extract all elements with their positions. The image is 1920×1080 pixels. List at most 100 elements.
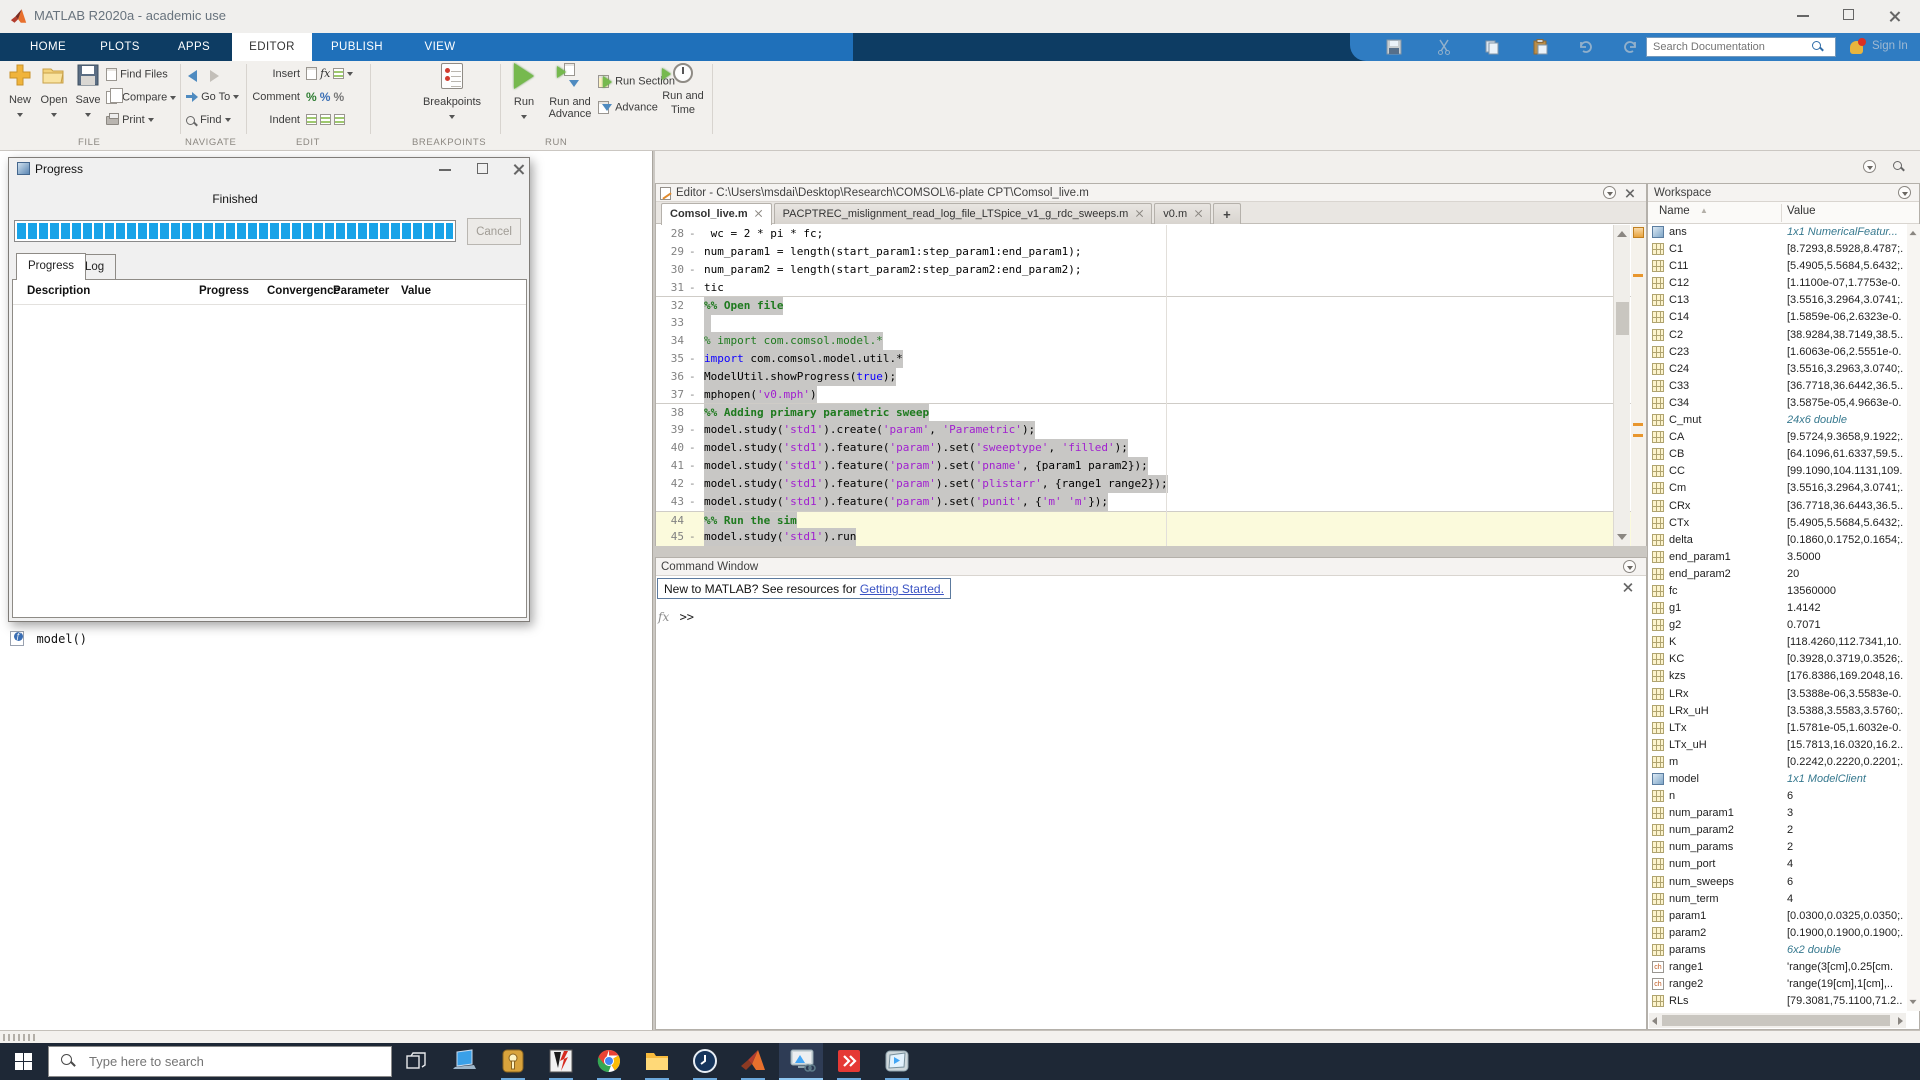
code-line-33[interactable]: 33 — [656, 314, 1646, 332]
documentation-search-input[interactable] — [1646, 37, 1836, 57]
workspace-row-delta[interactable]: delta[0.1860,0.1752,0.1654;. — [1648, 532, 1919, 549]
variable-name[interactable]: num_term — [1669, 893, 1719, 905]
variable-value[interactable]: 4 — [1787, 858, 1905, 870]
breakpoint-alley[interactable]: - — [689, 368, 696, 386]
command-window-header[interactable]: Command Window — [656, 558, 1646, 576]
variable-name[interactable]: CC — [1669, 465, 1685, 477]
variable-name[interactable]: C_mut — [1669, 414, 1701, 426]
variable-name[interactable]: num_params — [1669, 841, 1733, 853]
variable-value[interactable]: [64.1096,61.6337,59.5.. — [1787, 448, 1905, 460]
variable-value[interactable]: 13560000 — [1787, 585, 1905, 597]
variable-value[interactable]: [1.6063e-06,2.5551e-0. — [1787, 346, 1905, 358]
paste-icon[interactable] — [1532, 39, 1548, 55]
variable-value[interactable]: 6x2 double — [1787, 944, 1905, 956]
taskbar-app-media-app[interactable] — [875, 1043, 919, 1080]
workspace-row-end_param1[interactable]: end_param1 3.5000 — [1648, 549, 1919, 566]
variable-name[interactable]: LTx — [1669, 722, 1687, 734]
variable-value[interactable]: [36.7718,36.6443,36.5.. — [1787, 500, 1905, 512]
start-button[interactable] — [0, 1043, 48, 1080]
progress-dialog-titlebar[interactable]: Progress — [9, 158, 529, 180]
workspace-row-KC[interactable]: KC[0.3928,0.3719,0.3526;. — [1648, 651, 1919, 668]
variable-value[interactable]: [99.1090,104.1131,109. — [1787, 465, 1905, 477]
ribbon-tab-apps[interactable]: APPS — [156, 33, 232, 61]
scroll-up-icon[interactable] — [1617, 231, 1627, 237]
variable-name[interactable]: K — [1669, 636, 1676, 648]
comment-tools[interactable]: % % % — [306, 90, 344, 106]
command-window-menu-icon[interactable] — [1623, 560, 1636, 573]
workspace-row-LTx[interactable]: LTx[1.5781e-05,1.6032e-0. — [1648, 720, 1919, 737]
workspace-header[interactable]: Workspace — [1648, 184, 1919, 202]
workspace-row-param1[interactable]: param1[0.0300,0.0325,0.0350;. — [1648, 908, 1919, 925]
taskbar-search-input[interactable] — [89, 1047, 379, 1076]
run-button[interactable]: Run — [506, 63, 542, 126]
scroll-down-icon[interactable] — [1617, 534, 1627, 540]
advance-button[interactable]: Advance — [598, 101, 658, 117]
variable-value[interactable]: [3.5875e-05,4.9663e-0. — [1787, 397, 1905, 409]
taskbar-app-password-app[interactable] — [491, 1043, 535, 1080]
workspace-row-num_param1[interactable]: num_param13 — [1648, 805, 1919, 822]
column-name-label[interactable]: Name — [1659, 205, 1690, 217]
variable-name[interactable]: kzs — [1669, 670, 1686, 682]
workspace-row-num_port[interactable]: num_port 4 — [1648, 856, 1919, 873]
code-line-45[interactable]: 45-model.study('std1').run — [656, 528, 1646, 546]
workspace-row-Cm[interactable]: Cm[3.5516,3.2964,3.0741;. — [1648, 480, 1919, 497]
workspace-row-C2[interactable]: C2[38.9284,38.7149,38.5.. — [1648, 327, 1919, 344]
taskbar-app-matlab[interactable] — [731, 1043, 775, 1080]
variable-value[interactable]: 6 — [1787, 876, 1905, 888]
documentation-search-icon[interactable] — [1812, 41, 1823, 52]
uncomment-icon[interactable]: % — [320, 90, 331, 104]
workspace-row-num_param2[interactable]: num_param22 — [1648, 822, 1919, 839]
print-button[interactable]: Print — [106, 114, 154, 130]
ribbon-tab-publish[interactable]: PUBLISH — [312, 33, 402, 61]
variable-name[interactable]: C33 — [1669, 380, 1689, 392]
insert-fi-icon[interactable] — [333, 68, 344, 79]
variable-value[interactable]: [5.4905,5.5684,5.6432;. — [1787, 260, 1905, 272]
redo-icon[interactable] — [1622, 39, 1638, 55]
warning-marker[interactable] — [1633, 274, 1643, 277]
variable-value[interactable]: [0.0300,0.0325,0.0350;. — [1787, 910, 1905, 922]
sign-in-link[interactable]: Sign In — [1872, 40, 1908, 52]
drag-grip-icon[interactable] — [3, 1034, 37, 1041]
variable-value[interactable]: [0.2242,0.2220,0.2201;. — [1787, 756, 1905, 768]
insert-tools[interactable]: fx — [306, 67, 353, 83]
toolstrip-collapse-icon[interactable] — [1863, 160, 1876, 173]
variable-value[interactable]: [0.3928,0.3719,0.3526;. — [1787, 653, 1905, 665]
variable-value[interactable]: [3.5516,3.2964,3.0741;. — [1787, 482, 1905, 494]
variable-name[interactable]: C14 — [1669, 311, 1689, 323]
workspace-row-num_params[interactable]: num_params2 — [1648, 839, 1919, 856]
cut-icon[interactable] — [1436, 39, 1452, 55]
variable-name[interactable]: end_param2 — [1669, 568, 1731, 580]
new-tab-button[interactable]: + — [1213, 203, 1241, 224]
variable-value[interactable]: 4 — [1787, 893, 1905, 905]
run-and-advance-button[interactable]: Run and Advance — [546, 63, 594, 120]
scrollbar-thumb[interactable] — [1616, 302, 1629, 335]
ws-scroll-right-icon[interactable] — [1898, 1017, 1903, 1025]
dialog-minimize-icon[interactable] — [439, 169, 451, 171]
variable-value[interactable]: [5.4905,5.5684,5.6432;. — [1787, 517, 1905, 529]
variable-value[interactable]: 3 — [1787, 807, 1905, 819]
variable-value[interactable]: 'range(19[cm],1[cm],.. — [1787, 978, 1905, 990]
dialog-maximize-icon[interactable] — [477, 163, 488, 174]
code-area[interactable]: 28- wc = 2 * pi * fc;29-num_param1 = len… — [656, 225, 1646, 546]
workspace-row-range1[interactable]: chrange1'range(3[cm],0.25[cm. — [1648, 959, 1919, 976]
insert-label[interactable]: Insert — [252, 68, 300, 80]
variable-value[interactable]: 3.5000 — [1787, 551, 1905, 563]
workspace-row-CA[interactable]: CA[9.5724,9.3658,9.1922;. — [1648, 429, 1919, 446]
indent-label[interactable]: Indent — [252, 114, 300, 126]
breakpoint-alley[interactable]: - — [689, 528, 696, 546]
code-line-34[interactable]: 34% import com.comsol.model.* — [656, 332, 1646, 350]
title-bar[interactable]: MATLAB R2020a - academic use — [0, 0, 1920, 33]
window-close-button[interactable] — [1873, 0, 1918, 32]
variable-name[interactable]: end_param1 — [1669, 551, 1731, 563]
variable-name[interactable]: num_port — [1669, 858, 1715, 870]
workspace-row-fc[interactable]: fc13560000 — [1648, 583, 1919, 600]
workspace-row-CB[interactable]: CB[64.1096,61.6337,59.5.. — [1648, 446, 1919, 463]
cancel-button[interactable]: Cancel — [467, 218, 521, 245]
variable-name[interactable]: model — [1669, 773, 1699, 785]
go-to-button[interactable]: Go To — [186, 91, 239, 107]
workspace-row-C13[interactable]: C13[3.5516,3.2964,3.0741;. — [1648, 292, 1919, 309]
workspace-vscrollbar[interactable] — [1907, 224, 1920, 1011]
workspace-row-C14[interactable]: C14[1.5859e-06,2.6323e-0. — [1648, 309, 1919, 326]
taskbar-app-red-utility[interactable] — [827, 1043, 871, 1080]
variable-name[interactable]: CA — [1669, 431, 1684, 443]
